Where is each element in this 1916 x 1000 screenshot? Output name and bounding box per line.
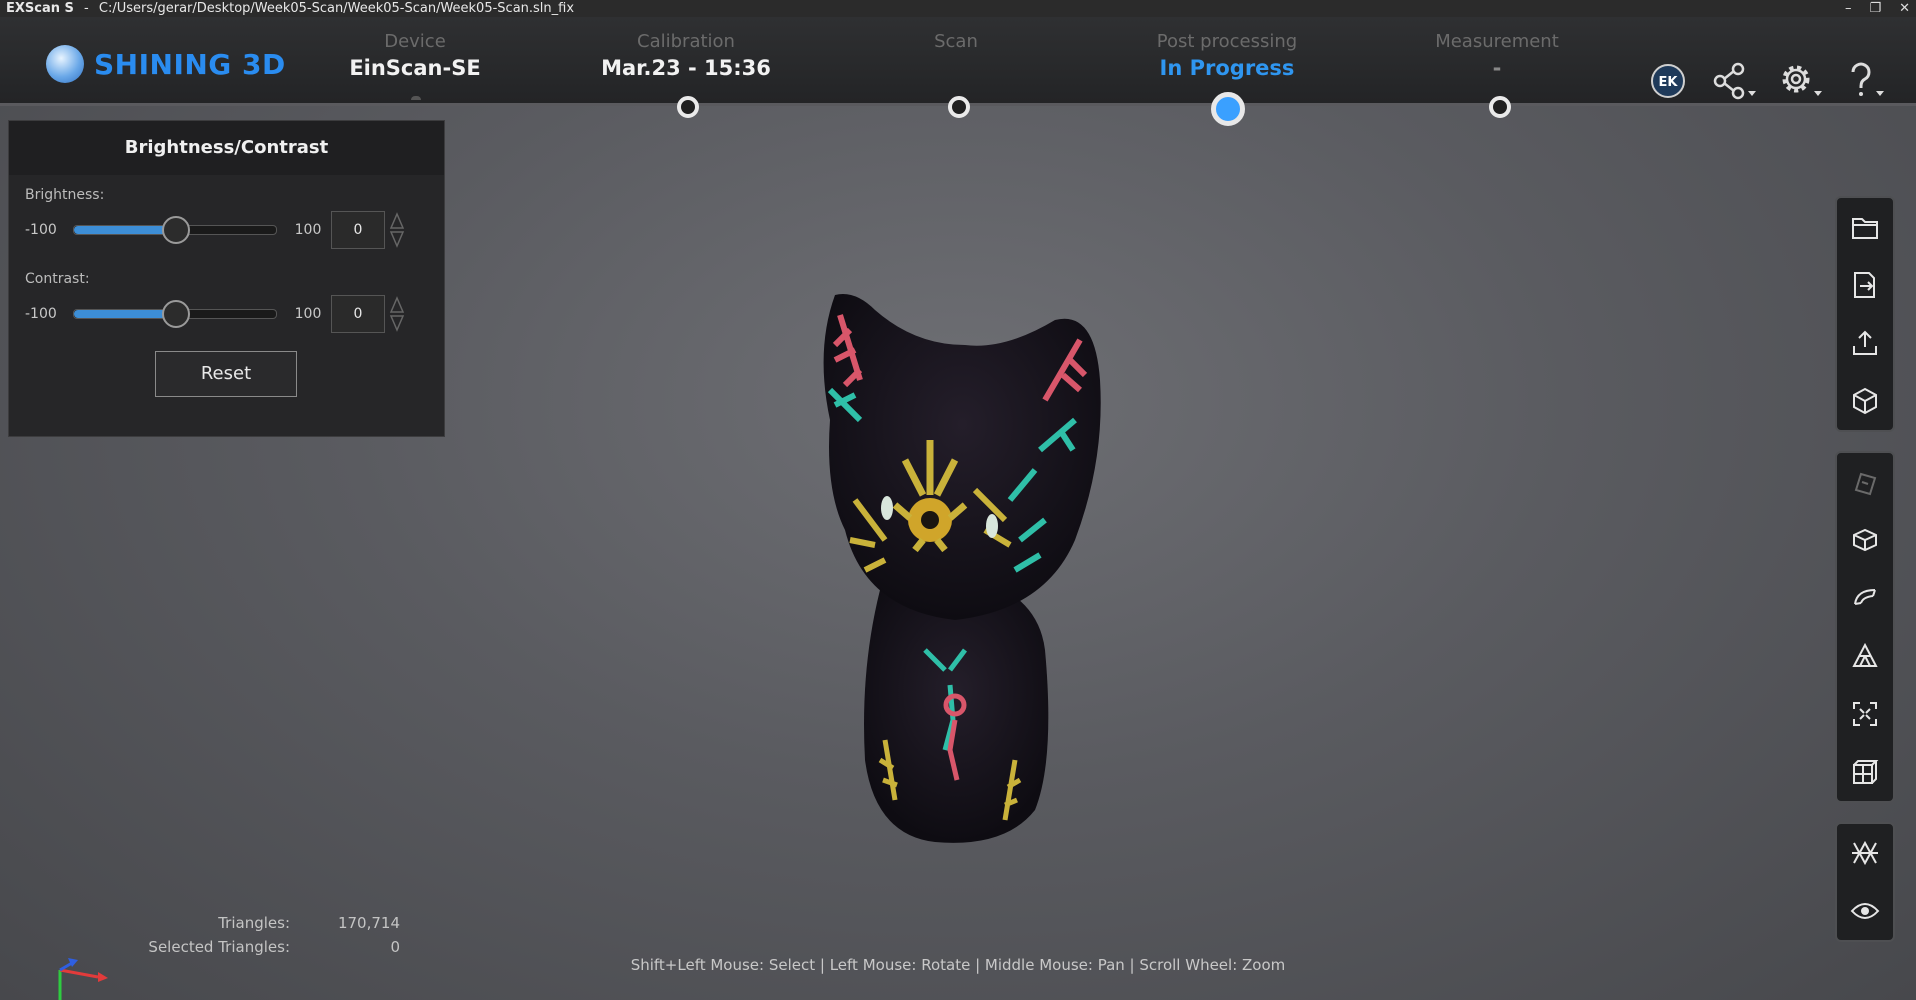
- step-value: In Progress: [1159, 56, 1295, 80]
- restore-icon[interactable]: ❐: [1869, 0, 1881, 17]
- step-dot-post-processing[interactable]: [1211, 92, 1245, 126]
- step-value: -: [1492, 56, 1502, 80]
- contrast-max: 100: [294, 306, 322, 322]
- ek-model-icon[interactable]: EK: [1646, 61, 1690, 101]
- step-dot-scan[interactable]: [948, 96, 970, 118]
- step-label: Calibration: [637, 31, 735, 52]
- step-label: Measurement: [1435, 31, 1559, 52]
- share-icon[interactable]: [1712, 61, 1756, 101]
- step-label: Post processing: [1156, 31, 1298, 52]
- brightness-knob[interactable]: [162, 216, 190, 244]
- step-post-processing[interactable]: Post processing In Progress: [1117, 31, 1337, 80]
- brightness-spinner[interactable]: [389, 212, 405, 248]
- contrast-spinner[interactable]: [389, 296, 405, 332]
- step-dot-device: [411, 96, 421, 100]
- step-label: Scan: [934, 31, 978, 52]
- reset-button[interactable]: Reset: [155, 351, 297, 397]
- align-icon[interactable]: [1837, 824, 1893, 882]
- step-calibration[interactable]: Calibration Mar.23 - 15:36: [576, 31, 796, 80]
- bounding-box-icon[interactable]: [1837, 743, 1893, 801]
- close-icon[interactable]: ✕: [1899, 0, 1910, 17]
- fit-view-icon[interactable]: [1837, 685, 1893, 743]
- step-value: Mar.23 - 15:36: [601, 56, 771, 80]
- cube-icon[interactable]: [1837, 372, 1893, 430]
- toolbar-file-group: [1835, 196, 1895, 432]
- curve-icon[interactable]: [1837, 569, 1893, 627]
- mesh-stats: Triangles: 170,714 Selected Triangles: 0: [140, 914, 400, 962]
- window-controls: – ❐ ✕: [1845, 0, 1910, 17]
- contrast-value-input[interactable]: 0: [331, 295, 385, 333]
- hole-fill-icon[interactable]: [1837, 453, 1893, 511]
- title-separator: -: [84, 1, 89, 16]
- brightness-row: -100 100 0: [25, 211, 425, 249]
- scanned-cat-model[interactable]: [805, 290, 1145, 860]
- triangles-label: Triangles:: [218, 914, 290, 932]
- cut-box-icon[interactable]: [1837, 511, 1893, 569]
- brightness-value-input[interactable]: 0: [331, 211, 385, 249]
- contrast-row: -100 100 0: [25, 295, 425, 333]
- help-icon[interactable]: [1844, 61, 1888, 101]
- brightness-label: Brightness:: [25, 187, 105, 203]
- brightness-fill: [74, 226, 175, 234]
- brightness-contrast-panel: Brightness/Contrast Brightness: -100 100…: [8, 120, 445, 437]
- logo-globe-icon: [46, 45, 84, 83]
- step-scan[interactable]: Scan: [846, 31, 1066, 56]
- contrast-knob[interactable]: [162, 300, 190, 328]
- contrast-slider[interactable]: [73, 300, 277, 328]
- open-folder-icon[interactable]: [1837, 198, 1893, 256]
- step-dot-calibration[interactable]: [677, 96, 699, 118]
- file-path: C:/Users/gerar/Desktop/Week05-Scan/Week0…: [98, 1, 575, 16]
- toolbar-edit-group: [1835, 451, 1895, 803]
- step-device[interactable]: Device EinScan-SE: [305, 31, 525, 80]
- contrast-fill: [74, 310, 175, 318]
- view-eye-icon[interactable]: [1837, 882, 1893, 940]
- triangles-value: 170,714: [337, 914, 400, 932]
- brightness-max: 100: [294, 222, 322, 238]
- workflow-header: SHINING 3D Device EinScan-SE Calibration…: [0, 17, 1916, 106]
- settings-gear-icon[interactable]: [1778, 61, 1822, 101]
- step-value: EinScan-SE: [349, 56, 481, 80]
- mouse-hint: Shift+Left Mouse: Select | Left Mouse: R…: [630, 956, 1286, 974]
- brand-logo: SHINING 3D: [46, 45, 286, 83]
- header-icon-group: EK: [1646, 61, 1888, 101]
- step-dot-measurement[interactable]: [1489, 96, 1511, 118]
- contrast-min: -100: [25, 306, 57, 322]
- brightness-slider[interactable]: [73, 216, 277, 244]
- brand-name: SHINING 3D: [94, 47, 286, 81]
- axis-gizmo-icon: [58, 958, 108, 1000]
- brightness-min: -100: [25, 222, 57, 238]
- export-icon[interactable]: [1837, 256, 1893, 314]
- contrast-label: Contrast:: [25, 271, 90, 287]
- window-titlebar: EXScan S - C:/Users/gerar/Desktop/Week05…: [0, 0, 1916, 17]
- upload-icon[interactable]: [1837, 314, 1893, 372]
- panel-title: Brightness/Contrast: [9, 121, 444, 175]
- step-label: Device: [384, 31, 446, 52]
- svg-text:EK: EK: [1659, 75, 1679, 90]
- minimize-icon[interactable]: –: [1845, 0, 1852, 17]
- step-measurement[interactable]: Measurement -: [1387, 31, 1607, 80]
- mesh-triangle-icon[interactable]: [1837, 627, 1893, 685]
- app-name: EXScan S: [6, 1, 74, 16]
- toolbar-view-group: [1835, 822, 1895, 942]
